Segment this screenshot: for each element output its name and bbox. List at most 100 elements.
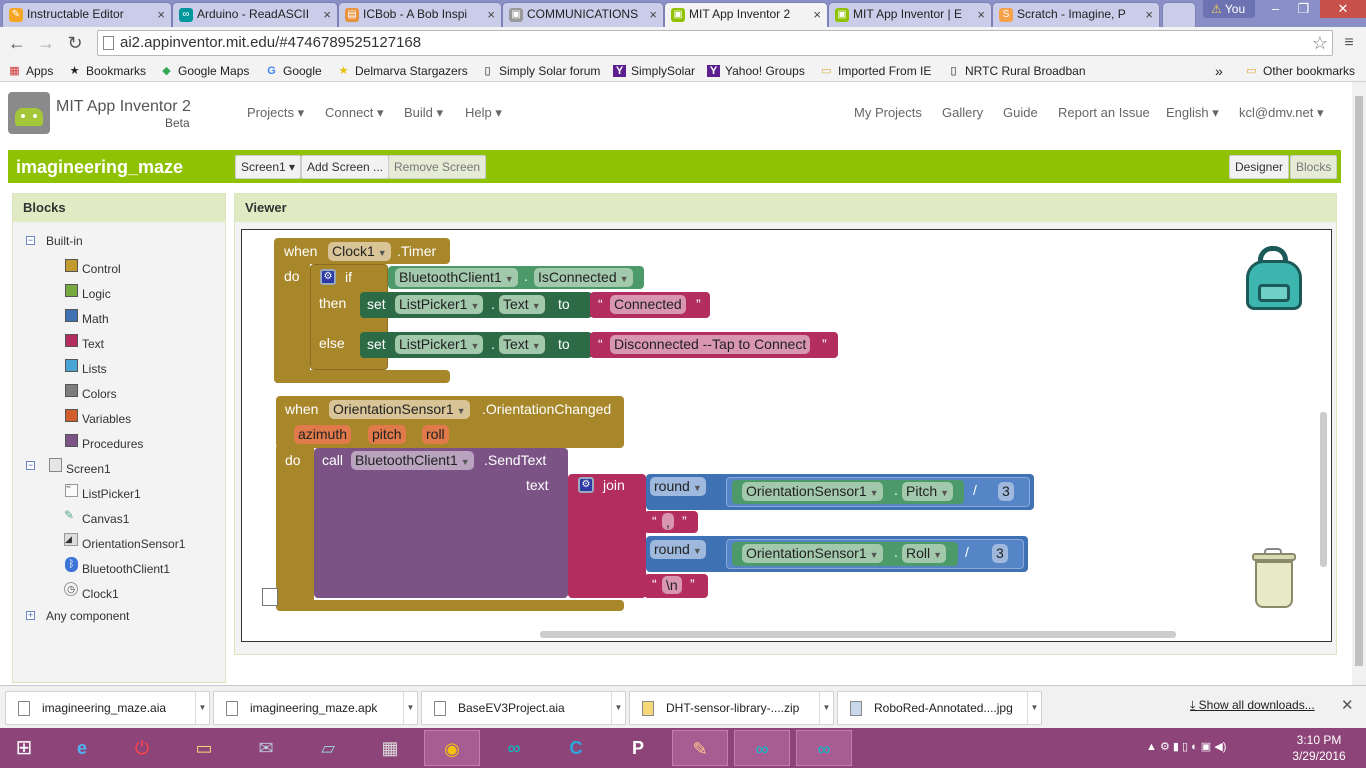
clock-component-dropdown[interactable]: Clock1 ▼ — [328, 242, 391, 261]
menu-help[interactable]: Help ▾ — [465, 105, 502, 121]
arduino-icon[interactable]: ∞ — [734, 730, 790, 766]
text-string-value[interactable]: Disconnected --Tap to Connect — [610, 335, 811, 354]
tree-component-orientationsensor1[interactable]: OrientationSensor1 — [82, 537, 185, 551]
bookmark-item[interactable]: ◆ Google Maps — [160, 62, 249, 80]
reload-button[interactable]: ↻ — [64, 32, 86, 54]
browser-tab[interactable]: S Scratch - Imagine, P × — [992, 2, 1160, 27]
bookmark-item[interactable]: ▯ Simply Solar forum — [481, 62, 600, 80]
clock[interactable]: 3:10 PM 3/29/2016 — [1291, 733, 1347, 763]
window-close-button[interactable]: ✕ — [1320, 0, 1366, 18]
back-button[interactable]: ← — [6, 32, 28, 54]
chrome-icon[interactable]: ◉ — [424, 730, 480, 766]
param-pitch[interactable]: pitch — [368, 425, 406, 444]
arduino-icon[interactable]: ∞ — [796, 730, 852, 766]
blocks-button[interactable]: Blocks — [1290, 155, 1338, 179]
restore-button[interactable]: ❐ — [1290, 0, 1317, 18]
add-screen-button[interactable]: Add Screen ... — [301, 155, 390, 179]
property-dropdown[interactable]: Pitch ▼ — [902, 482, 954, 501]
tree-category-logic[interactable]: Logic — [82, 287, 111, 301]
other-bookmarks[interactable]: ▭ Other bookmarks — [1245, 62, 1355, 80]
p-app-icon[interactable]: P — [610, 730, 666, 766]
windows-start-icon[interactable]: ⊞ — [0, 730, 48, 766]
close-icon[interactable]: × — [649, 3, 657, 26]
bookmark-item[interactable]: Y SimplySolar — [613, 62, 695, 80]
file-explorer-icon[interactable]: ▭ — [176, 730, 232, 766]
tree-screen1[interactable]: Screen1 — [66, 462, 111, 476]
listpicker-component-dropdown[interactable]: ListPicker1 ▼ — [395, 335, 484, 354]
download-item[interactable]: imagineering_maze.aia ▼ — [5, 691, 210, 725]
download-item[interactable]: BaseEV3Project.aia ▼ — [421, 691, 626, 725]
mutator-gear-icon[interactable]: ⚙ — [578, 477, 594, 493]
tree-category-lists[interactable]: Lists — [82, 362, 107, 376]
new-tab-button[interactable] — [1162, 2, 1196, 27]
collapse-toggle-icon[interactable]: − — [26, 236, 35, 245]
listpicker-component-dropdown[interactable]: ListPicker1 ▼ — [395, 295, 484, 314]
property-dropdown[interactable]: IsConnected ▼ — [534, 268, 633, 287]
bookmark-item[interactable]: ▦ Apps — [8, 62, 53, 80]
text-string-value[interactable]: \n — [662, 576, 682, 594]
bookmark-item[interactable]: ★ Delmarva Stargazers — [337, 62, 468, 80]
page-scrollbar[interactable] — [1352, 82, 1366, 685]
param-azimuth[interactable]: azimuth — [294, 425, 352, 444]
blocks-workspace[interactable]: when Clock1 ▼ .Timer do ⚙ if then else Bl… — [241, 229, 1332, 642]
browser-tab[interactable]: ✎ Instructable Editor × — [2, 2, 172, 27]
account-dropdown[interactable]: kcl@dmv.net ▾ — [1239, 105, 1324, 121]
tree-category-math[interactable]: Math — [82, 312, 109, 326]
bookmark-star-icon[interactable]: ☆ — [1312, 31, 1328, 55]
bluetooth-component-dropdown[interactable]: BluetoothClient1 ▼ — [395, 268, 518, 287]
close-icon[interactable]: × — [157, 3, 165, 26]
download-item[interactable]: RoboRed-Annotated....jpg ▼ — [837, 691, 1042, 725]
orientation-component-dropdown[interactable]: OrientationSensor1 ▼ — [742, 544, 883, 563]
property-dropdown[interactable]: Text ▼ — [499, 335, 545, 354]
text-string-value[interactable]: Connected — [610, 295, 686, 314]
link-gallery[interactable]: Gallery — [942, 105, 983, 120]
call-sendtext-block[interactable] — [314, 448, 568, 598]
designer-button[interactable]: Designer — [1229, 155, 1290, 179]
screen-select[interactable]: Screen1 ▾ — [235, 155, 302, 179]
orientation-component-dropdown[interactable]: OrientationSensor1 ▼ — [742, 482, 883, 501]
download-item[interactable]: imagineering_maze.apk ▼ — [213, 691, 418, 725]
link-report-issue[interactable]: Report an Issue — [1058, 105, 1150, 120]
bluetooth-component-dropdown[interactable]: BluetoothClient1 ▼ — [351, 451, 474, 470]
bookmark-item[interactable]: ★ Bookmarks — [68, 62, 146, 80]
bookmark-item[interactable]: ▭ Imported From IE — [820, 62, 931, 80]
collapsed-block-icon[interactable] — [262, 588, 278, 606]
bookmarks-overflow-button[interactable]: » — [1215, 62, 1223, 80]
chevron-down-icon[interactable]: ▼ — [611, 692, 625, 724]
menu-connect[interactable]: Connect ▾ — [325, 105, 384, 121]
collapse-toggle-icon[interactable]: − — [26, 461, 35, 470]
chevron-down-icon[interactable]: ▼ — [195, 692, 209, 724]
round-dropdown[interactable]: round ▼ — [650, 477, 706, 496]
property-dropdown[interactable]: Text ▼ — [499, 295, 545, 314]
browser-tab-active[interactable]: ▣ MIT App Inventor 2 × — [664, 2, 828, 27]
tree-category-variables[interactable]: Variables — [82, 412, 131, 426]
bookmark-item[interactable]: Y Yahoo! Groups — [707, 62, 805, 80]
tree-component-listpicker1[interactable]: ListPicker1 — [82, 487, 141, 501]
mutator-gear-icon[interactable]: ⚙ — [320, 269, 336, 285]
download-item[interactable]: DHT-sensor-library-....zip ▼ — [629, 691, 834, 725]
calculator-icon[interactable]: ▦ — [362, 730, 418, 766]
bookmark-item[interactable]: G Google — [265, 62, 321, 80]
property-dropdown[interactable]: Roll ▼ — [902, 544, 947, 563]
chevron-down-icon[interactable]: ▼ — [403, 692, 417, 724]
notepad-icon[interactable]: ▱ — [300, 730, 356, 766]
link-my-projects[interactable]: My Projects — [854, 105, 922, 120]
tree-category-procedures[interactable]: Procedures — [82, 437, 143, 451]
chevron-down-icon[interactable]: ▼ — [1027, 692, 1041, 724]
number-input[interactable]: 3 — [992, 544, 1008, 563]
backpack-icon[interactable] — [1244, 246, 1306, 312]
language-dropdown[interactable]: English ▾ — [1166, 105, 1219, 121]
tree-builtin[interactable]: Built-in — [46, 234, 83, 248]
menu-projects[interactable]: Projects ▾ — [247, 105, 304, 121]
remove-screen-button[interactable]: Remove Screen — [388, 155, 487, 179]
c-app-icon[interactable]: C — [548, 730, 604, 766]
orientation-component-dropdown[interactable]: OrientationSensor1 ▼ — [329, 400, 470, 419]
close-icon[interactable]: × — [323, 3, 331, 26]
vertical-scrollbar[interactable] — [1320, 412, 1327, 567]
minimize-button[interactable]: – — [1262, 0, 1289, 18]
menu-icon[interactable]: ≡ — [1338, 32, 1360, 54]
close-downloads-icon[interactable]: ✕ — [1341, 696, 1354, 714]
param-roll[interactable]: roll — [422, 425, 449, 444]
paint-icon[interactable]: ✎ — [672, 730, 728, 766]
horizontal-scrollbar[interactable] — [540, 631, 1176, 638]
